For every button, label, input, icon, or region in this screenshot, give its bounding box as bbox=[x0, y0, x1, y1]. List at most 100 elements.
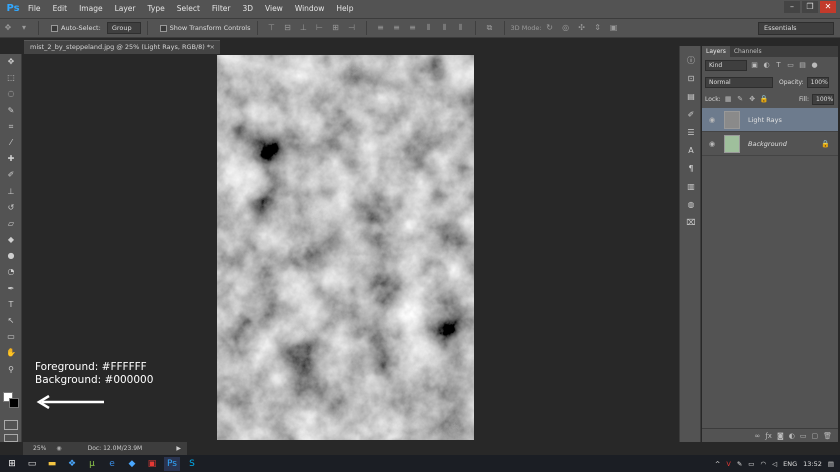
file-explorer-icon[interactable]: ▬ bbox=[44, 457, 60, 471]
quick-select-tool-icon[interactable]: ✎ bbox=[0, 103, 22, 119]
menu-type[interactable]: Type bbox=[142, 0, 171, 18]
3d-roll-icon[interactable]: ◎ bbox=[561, 23, 571, 33]
windows-start-icon[interactable]: ⊞ bbox=[4, 457, 20, 471]
filter-type-icon[interactable]: T bbox=[774, 61, 783, 70]
opacity-input[interactable]: 100% bbox=[806, 77, 829, 88]
auto-select-target[interactable]: Group bbox=[106, 22, 141, 34]
close-window-button[interactable]: ✕ bbox=[820, 1, 836, 13]
link-layers-icon[interactable]: ∞ bbox=[755, 432, 761, 440]
delete-layer-icon[interactable]: 🗑 bbox=[823, 432, 832, 440]
visibility-eye-icon[interactable]: ◉ bbox=[706, 140, 718, 148]
auto-select-option[interactable]: Auto-Select: bbox=[51, 24, 101, 32]
minimize-button[interactable]: – bbox=[784, 1, 800, 13]
menu-filter[interactable]: Filter bbox=[206, 0, 237, 18]
marquee-tool-icon[interactable]: ⬚ bbox=[0, 70, 22, 86]
adjustment-layer-icon[interactable]: ◐ bbox=[789, 432, 795, 440]
edge-browser-icon[interactable]: e bbox=[104, 457, 120, 471]
menu-image[interactable]: Image bbox=[73, 0, 109, 18]
adjustments-panel-icon[interactable]: ☰ bbox=[680, 124, 702, 142]
menu-view[interactable]: View bbox=[259, 0, 289, 18]
character-panel-icon[interactable]: A bbox=[680, 142, 702, 160]
distribute-top-icon[interactable]: ≡ bbox=[376, 23, 386, 33]
quick-mask-icon[interactable] bbox=[4, 420, 18, 430]
menu-help[interactable]: Help bbox=[330, 0, 359, 18]
restore-button[interactable]: ❐ bbox=[802, 1, 818, 13]
layer-row-background[interactable]: ◉ Background 🔒 bbox=[702, 132, 838, 156]
distribute-left-icon[interactable]: ⦀ bbox=[424, 23, 434, 33]
visibility-eye-icon[interactable]: ◉ bbox=[706, 116, 718, 124]
menu-select[interactable]: Select bbox=[171, 0, 206, 18]
menu-3d[interactable]: 3D bbox=[236, 0, 259, 18]
utorrent-icon[interactable]: μ bbox=[84, 457, 100, 471]
distribute-bottom-icon[interactable]: ≡ bbox=[408, 23, 418, 33]
tab-layers[interactable]: Layers bbox=[702, 46, 730, 57]
path-select-tool-icon[interactable]: ↖ bbox=[0, 313, 22, 329]
add-mask-icon[interactable]: ◙ bbox=[777, 432, 784, 440]
lasso-tool-icon[interactable]: ◌ bbox=[0, 86, 22, 102]
menu-layer[interactable]: Layer bbox=[109, 0, 142, 18]
3d-scale-icon[interactable]: ▣ bbox=[609, 23, 619, 33]
blend-mode-dropdown[interactable]: Normal bbox=[705, 77, 773, 88]
3d-panel-icon[interactable]: ◍ bbox=[680, 196, 702, 214]
3d-pan-icon[interactable]: ✣ bbox=[577, 23, 587, 33]
chevron-down-icon[interactable]: ▾ bbox=[19, 23, 29, 33]
menu-file[interactable]: File bbox=[22, 0, 47, 18]
tray-app-icon[interactable]: V bbox=[726, 460, 730, 468]
auto-select-dropdown[interactable]: Group bbox=[106, 22, 141, 34]
healing-brush-tool-icon[interactable]: ✚ bbox=[0, 151, 22, 167]
3d-rotate-icon[interactable]: ↻ bbox=[545, 23, 555, 33]
filter-adjustment-icon[interactable]: ◐ bbox=[762, 61, 771, 70]
timeline-panel-icon[interactable]: ▥ bbox=[680, 178, 702, 196]
filter-shape-icon[interactable]: ▭ bbox=[786, 61, 795, 70]
paint-bucket-tool-icon[interactable]: ◆ bbox=[0, 232, 22, 248]
filter-smart-icon[interactable]: ▤ bbox=[798, 61, 807, 70]
filter-pixel-icon[interactable]: ▣ bbox=[750, 61, 759, 70]
battery-icon[interactable]: ▭ bbox=[748, 460, 754, 468]
3d-slide-icon[interactable]: ⇕ bbox=[593, 23, 603, 33]
eraser-tool-icon[interactable]: ▱ bbox=[0, 216, 22, 232]
menu-window[interactable]: Window bbox=[289, 0, 331, 18]
align-top-icon[interactable]: ⊤ bbox=[267, 23, 277, 33]
auto-align-icon[interactable]: ⧉ bbox=[485, 23, 495, 33]
type-tool-icon[interactable]: T bbox=[0, 297, 22, 313]
distribute-vcenter-icon[interactable]: ≡ bbox=[392, 23, 402, 33]
show-transform-checkbox[interactable] bbox=[159, 24, 167, 32]
filter-toggle-icon[interactable]: ● bbox=[810, 61, 819, 70]
info-panel-icon[interactable]: ⓘ bbox=[680, 52, 702, 70]
notifications-icon[interactable]: ▤ bbox=[828, 460, 834, 468]
photoshop-taskbar-icon[interactable]: Ps bbox=[164, 456, 180, 471]
workspace-switcher[interactable]: Essentials bbox=[758, 22, 834, 35]
clone-stamp-tool-icon[interactable]: ⊥ bbox=[0, 184, 22, 200]
info-icon[interactable]: ◉ bbox=[56, 445, 61, 452]
volume-icon[interactable]: ◁ bbox=[772, 460, 777, 468]
clock[interactable]: 13:52 bbox=[803, 460, 822, 468]
lock-pixels-icon[interactable]: ✎ bbox=[736, 95, 745, 104]
store-icon[interactable]: ◆ bbox=[124, 457, 140, 471]
crop-tool-icon[interactable]: ⌗ bbox=[0, 119, 22, 135]
align-left-icon[interactable]: ⊢ bbox=[315, 23, 325, 33]
brush-panel-icon[interactable]: ✐ bbox=[680, 106, 702, 124]
brush-tool-icon[interactable]: ✐ bbox=[0, 167, 22, 183]
transform-panel-icon[interactable]: ⌧ bbox=[680, 214, 702, 232]
pen-tool-icon[interactable]: ✒ bbox=[0, 281, 22, 297]
skype-icon[interactable]: S bbox=[184, 457, 200, 471]
align-hcenter-icon[interactable]: ⊞ bbox=[331, 23, 341, 33]
distribute-hcenter-icon[interactable]: ⦀ bbox=[440, 23, 450, 33]
document-tab[interactable]: mist_2_by_steppeland.jpg @ 25% (Light Ra… bbox=[24, 40, 220, 54]
tray-expand-icon[interactable]: ^ bbox=[715, 460, 720, 468]
zoom-level[interactable]: 25% bbox=[33, 445, 46, 452]
properties-panel-icon[interactable]: ▤ bbox=[680, 88, 702, 106]
lock-position-icon[interactable]: ✥ bbox=[748, 95, 757, 104]
new-group-icon[interactable]: ▭ bbox=[800, 432, 807, 440]
hand-tool-icon[interactable]: ✋ bbox=[0, 345, 22, 361]
fill-input[interactable]: 100% bbox=[812, 94, 834, 105]
lock-all-icon[interactable]: 🔒 bbox=[760, 95, 769, 104]
history-brush-tool-icon[interactable]: ↺ bbox=[0, 200, 22, 216]
media-app-icon[interactable]: ▣ bbox=[144, 457, 160, 471]
menu-edit[interactable]: Edit bbox=[47, 0, 74, 18]
background-color-swatch[interactable] bbox=[9, 398, 19, 408]
lock-transparency-icon[interactable]: ▦ bbox=[724, 95, 733, 104]
tray-app-icon[interactable]: ✎ bbox=[737, 460, 742, 468]
document-canvas[interactable] bbox=[217, 55, 474, 440]
kind-filter-dropdown[interactable]: Kind bbox=[705, 60, 747, 71]
